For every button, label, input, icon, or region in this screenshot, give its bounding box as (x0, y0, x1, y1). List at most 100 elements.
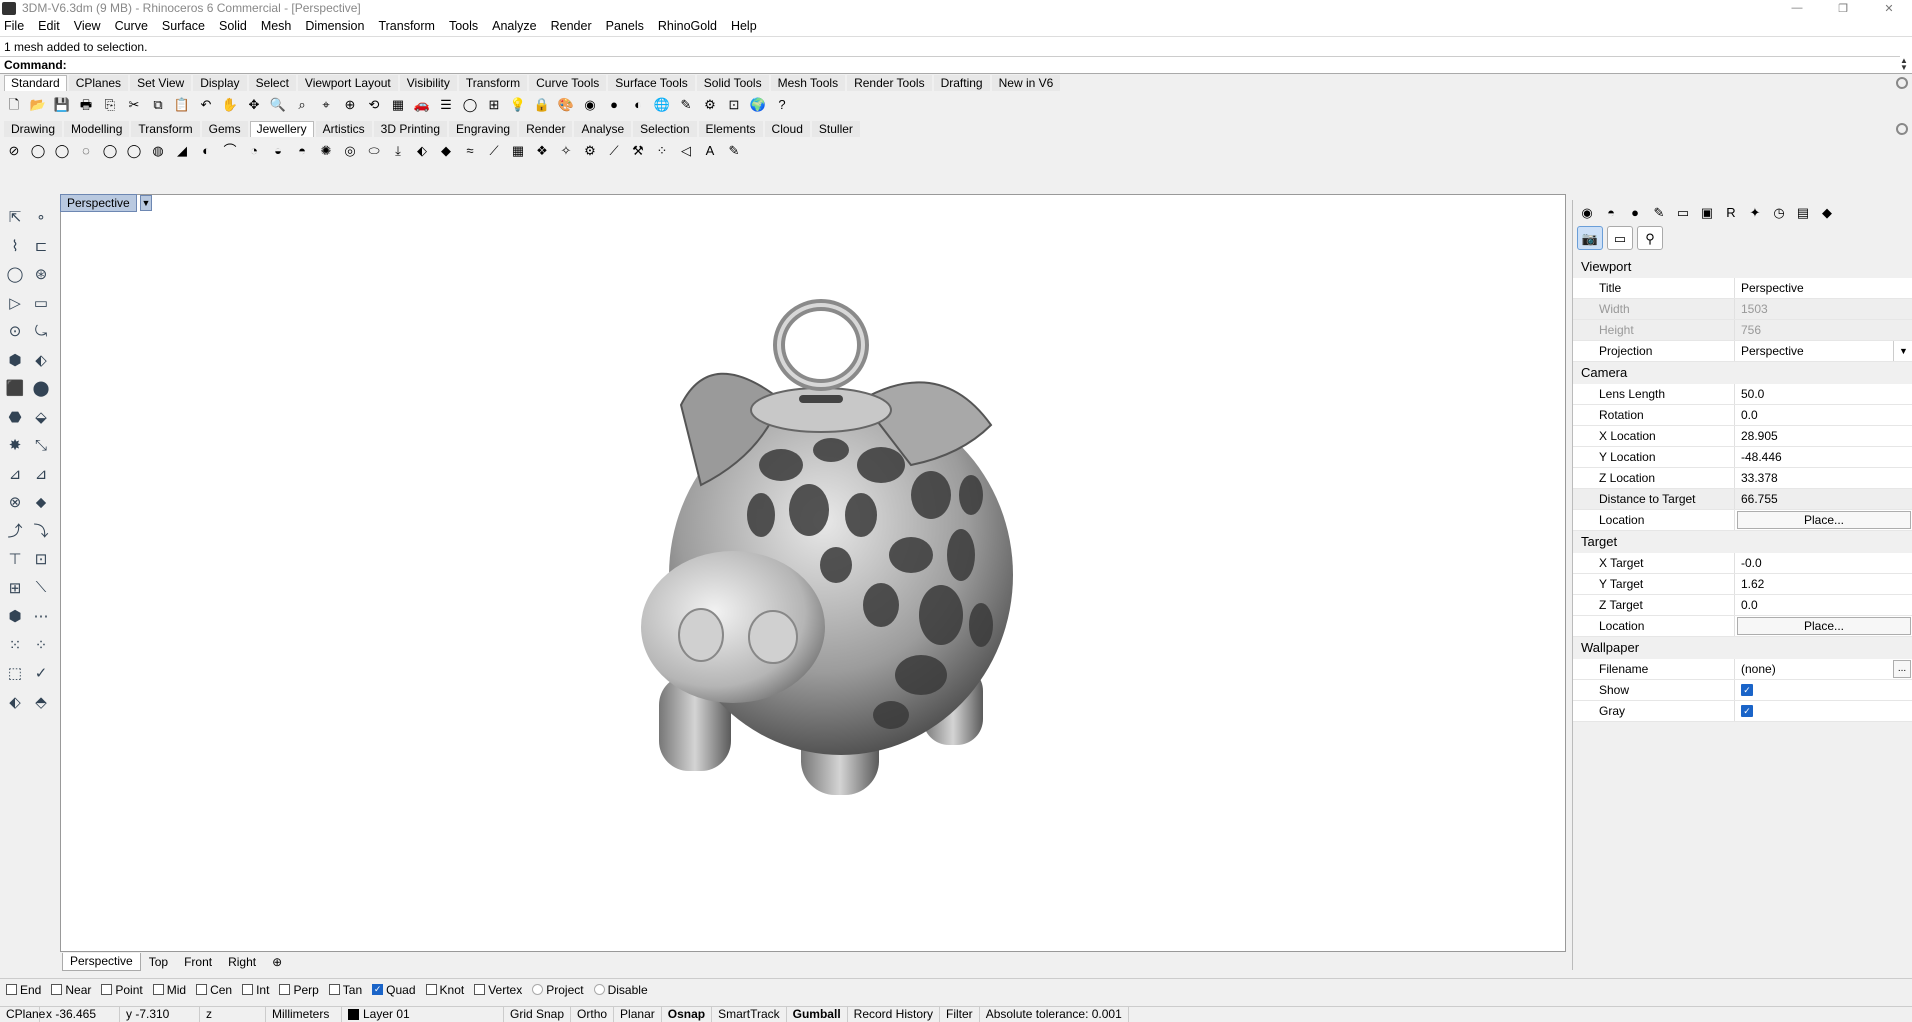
osnap-int[interactable]: Int (242, 983, 269, 997)
menu-panels[interactable]: Panels (606, 19, 644, 33)
globe-icon[interactable]: 🌍 (748, 94, 768, 114)
viewport-tab-top[interactable]: Top (141, 953, 176, 971)
osnap-vertex[interactable]: Vertex (474, 983, 522, 997)
light-icon[interactable]: ✦ (1745, 202, 1765, 222)
cluster-icon[interactable]: ❖ (532, 140, 552, 160)
paint-icon[interactable]: ⬘ (30, 691, 52, 713)
show-checkbox[interactable]: ✓ (1741, 684, 1753, 696)
maximize-button[interactable]: ❐ (1820, 0, 1866, 16)
copy-icon[interactable]: ⧉ (148, 94, 168, 114)
cylinder-icon[interactable]: ⬣ (4, 406, 26, 428)
move-icon[interactable]: ✥ (244, 94, 264, 114)
shank-icon[interactable]: ◢ (172, 140, 192, 160)
point-array-icon[interactable]: ⁘ (30, 634, 52, 656)
color-wheel-icon[interactable]: ◉ (1577, 202, 1597, 222)
toolbar-tab-standard[interactable]: Standard (4, 75, 67, 91)
star-icon[interactable]: ✧ (556, 140, 576, 160)
jewellery-tab-stuller[interactable]: Stuller (811, 121, 860, 137)
circle-icon[interactable]: ◯ (460, 94, 480, 114)
paste-icon[interactable]: 📋 (172, 94, 192, 114)
grid-icon[interactable]: ⊡ (724, 94, 744, 114)
lock-icon[interactable]: 🔒 (532, 94, 552, 114)
light-icon[interactable]: 💡 (508, 94, 528, 114)
minimize-button[interactable]: — (1774, 0, 1820, 16)
osnap-perp[interactable]: Perp (279, 983, 319, 997)
curve-icon[interactable]: ⊏ (30, 235, 52, 257)
target-place-button[interactable]: Place... (1737, 617, 1911, 635)
array-icon[interactable]: ⊡ (30, 548, 52, 570)
status-toggle-ortho[interactable]: Ortho (571, 1006, 615, 1022)
circle-icon[interactable]: ◯ (4, 263, 26, 285)
head-icon[interactable]: ◔ (244, 140, 264, 160)
bail-icon[interactable]: ⬭ (364, 140, 384, 160)
lens-length-field[interactable]: 50.0 (1735, 384, 1912, 404)
box-icon[interactable]: ⬛ (4, 377, 26, 399)
band-icon[interactable]: ◒ (268, 140, 288, 160)
polyline-icon[interactable]: ⌇ (4, 235, 26, 257)
osnap-radio[interactable] (532, 984, 544, 995)
status-toggle-osnap[interactable]: Osnap (662, 1006, 713, 1022)
rg-icon[interactable]: R (1721, 202, 1741, 222)
osnap-checkbox[interactable] (279, 984, 291, 995)
ring-icon-6[interactable]: ◯ (124, 140, 144, 160)
new-icon[interactable]: 🗋 (4, 94, 24, 114)
command-scroll-arrows[interactable]: ▲ ▼ (1900, 57, 1910, 72)
jewellery-tab-modelling[interactable]: Modelling (64, 121, 130, 137)
jewellery-tab-jewellery[interactable]: Jewellery (249, 121, 314, 137)
browse-button[interactable]: ... (1893, 660, 1911, 678)
toolbar-tab-mesh-tools[interactable]: Mesh Tools (770, 75, 846, 91)
group-icon[interactable]: ⊞ (4, 577, 26, 599)
rotate-view-icon[interactable]: ⟲ (364, 94, 384, 114)
toolbar-tab-new-in-v6[interactable]: New in V6 (991, 75, 1061, 91)
help-icon[interactable]: ? (772, 94, 792, 114)
menu-file[interactable]: File (4, 19, 24, 33)
open-icon[interactable]: 📂 (28, 94, 48, 114)
status-toggle-smarttrack[interactable]: SmartTrack (712, 1006, 787, 1022)
status-toggle-planar[interactable]: Planar (614, 1006, 662, 1022)
named-view-icon[interactable]: ⚲ (1637, 226, 1663, 250)
cutter-icon[interactable]: ⬖ (412, 140, 432, 160)
toolbar-tab-render-tools[interactable]: Render Tools (847, 75, 932, 91)
osnap-checkbox[interactable] (152, 984, 164, 995)
boolean-icon[interactable]: ✸ (4, 434, 26, 456)
close-button[interactable]: ✕ (1866, 0, 1912, 16)
y-location-field[interactable]: -48.446 (1735, 447, 1912, 467)
dots-icon[interactable]: ⁘ (652, 140, 672, 160)
analyze-icon[interactable]: ⬖ (4, 691, 26, 713)
z-target-field[interactable]: 0.0 (1735, 595, 1912, 615)
menu-dimension[interactable]: Dimension (305, 19, 364, 33)
dim-icon[interactable]: ✎ (676, 94, 696, 114)
x-target-field[interactable]: -0.0 (1735, 553, 1912, 573)
osnap-cen[interactable]: Cen (196, 983, 232, 997)
jewellery-tab-transform[interactable]: Transform (131, 121, 200, 137)
render-sphere-icon[interactable]: ◐ (628, 94, 648, 114)
jewellery-tab-artistics[interactable]: Artistics (315, 121, 372, 137)
viewport-menu-chevron-down-icon[interactable]: ▼ (140, 195, 152, 211)
zoom-window-icon[interactable]: ⌕ (292, 94, 312, 114)
hammer-icon[interactable]: ⚒ (628, 140, 648, 160)
save-icon[interactable]: 💾 (52, 94, 72, 114)
osnap-radio[interactable] (593, 984, 605, 995)
viewport-icon[interactable]: ▭ (1607, 226, 1633, 250)
pan-icon[interactable]: ✋ (220, 94, 240, 114)
osnap-checkbox[interactable] (51, 984, 63, 995)
cplane-icon[interactable]: ☰ (436, 94, 456, 114)
menu-edit[interactable]: Edit (38, 19, 60, 33)
undo-icon[interactable]: ↶ (196, 94, 216, 114)
shaded-sphere-icon[interactable]: ● (604, 94, 624, 114)
ellipse-icon[interactable]: ⊙ (4, 320, 26, 342)
arc-icon[interactable]: ▷ (4, 292, 26, 314)
surface-edge-icon[interactable]: ⬖ (30, 349, 52, 371)
folder-icon[interactable]: ▭ (1673, 202, 1693, 222)
gear-icon[interactable]: ⚙ (700, 94, 720, 114)
toolbar-tab-set-view[interactable]: Set View (130, 75, 192, 91)
rectangle-icon[interactable]: ▭ (30, 292, 52, 314)
surface-icon[interactable]: ⬢ (4, 349, 26, 371)
zoom-icon[interactable]: 🔍 (268, 94, 288, 114)
cut-icon[interactable]: ✂ (124, 94, 144, 114)
gray-checkbox[interactable]: ✓ (1741, 705, 1753, 717)
help-icon[interactable]: ◆ (1817, 202, 1837, 222)
cplane-indicator[interactable]: CPlane (0, 1006, 45, 1022)
mirror-icon[interactable]: ⟍ (30, 577, 52, 599)
sphere-icon[interactable]: ⬤ (30, 377, 52, 399)
